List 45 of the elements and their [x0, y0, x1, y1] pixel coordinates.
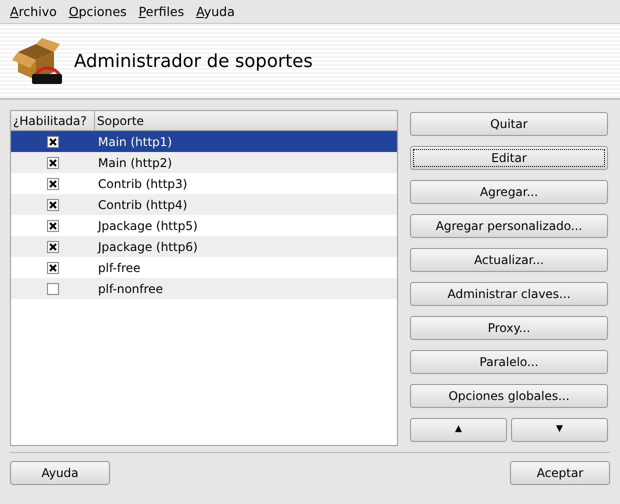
column-header[interactable]: ¿Habilitada?	[11, 111, 95, 130]
action-button[interactable]: Editar	[410, 146, 608, 170]
table-row[interactable]: Main (http1)	[11, 131, 397, 152]
column-header[interactable]: Soporte	[95, 111, 146, 130]
window-title: Administrador de soportes	[74, 50, 313, 74]
table-row[interactable]: Contrib (http3)	[11, 173, 397, 194]
table-row[interactable]: plf-free	[11, 257, 397, 278]
move-down-button[interactable]: ▼	[511, 418, 608, 442]
table-row[interactable]: Main (http2)	[11, 152, 397, 173]
checkbox[interactable]	[47, 178, 59, 190]
action-button[interactable]: Proxy...	[410, 316, 608, 340]
table-row[interactable]: Jpackage (http6)	[11, 236, 397, 257]
help-button[interactable]: Ayuda	[10, 461, 110, 485]
action-button[interactable]: Agregar...	[410, 180, 608, 204]
action-button[interactable]: Actualizar...	[410, 248, 608, 272]
media-name: Main (http1)	[97, 134, 172, 150]
checkbox[interactable]	[47, 136, 59, 148]
checkbox[interactable]	[47, 282, 59, 294]
checkbox[interactable]	[47, 240, 59, 252]
checkbox[interactable]	[47, 198, 59, 210]
checkbox[interactable]	[47, 220, 59, 232]
ok-button[interactable]: Aceptar	[510, 461, 610, 485]
media-name: Jpackage (http5)	[96, 218, 198, 234]
package-icon	[12, 38, 64, 84]
table-row[interactable]: Jpackage (http5)	[11, 215, 397, 236]
checkbox[interactable]	[47, 156, 59, 168]
table-row[interactable]: Contrib (http4)	[11, 194, 397, 215]
media-name: plf-nonfree	[97, 280, 164, 298]
media-name: Main (http2)	[97, 154, 172, 172]
table-row[interactable]: plf-nonfree	[11, 278, 397, 299]
action-button[interactable]: Agregar personalizado...	[410, 214, 608, 238]
checkbox[interactable]	[47, 262, 59, 274]
move-up-button[interactable]: ▲	[410, 418, 507, 442]
action-button[interactable]: Administrar claves...	[410, 282, 608, 306]
action-button[interactable]: Quitar	[410, 112, 608, 136]
media-name: Jpackage (http6)	[96, 238, 198, 256]
action-button[interactable]: Paralelo...	[410, 350, 608, 374]
action-button[interactable]: Opciones globales...	[410, 384, 608, 408]
media-name: Contrib (http3)	[97, 176, 188, 192]
media-name: Contrib (http4)	[97, 196, 188, 214]
menu-item[interactable]: Archivo	[4, 0, 63, 23]
menu-item[interactable]: Ayuda	[190, 0, 241, 23]
menu-item[interactable]: Perfiles	[132, 0, 190, 23]
menu-item[interactable]: Opciones	[62, 0, 133, 23]
media-name: plf-free	[97, 260, 141, 276]
